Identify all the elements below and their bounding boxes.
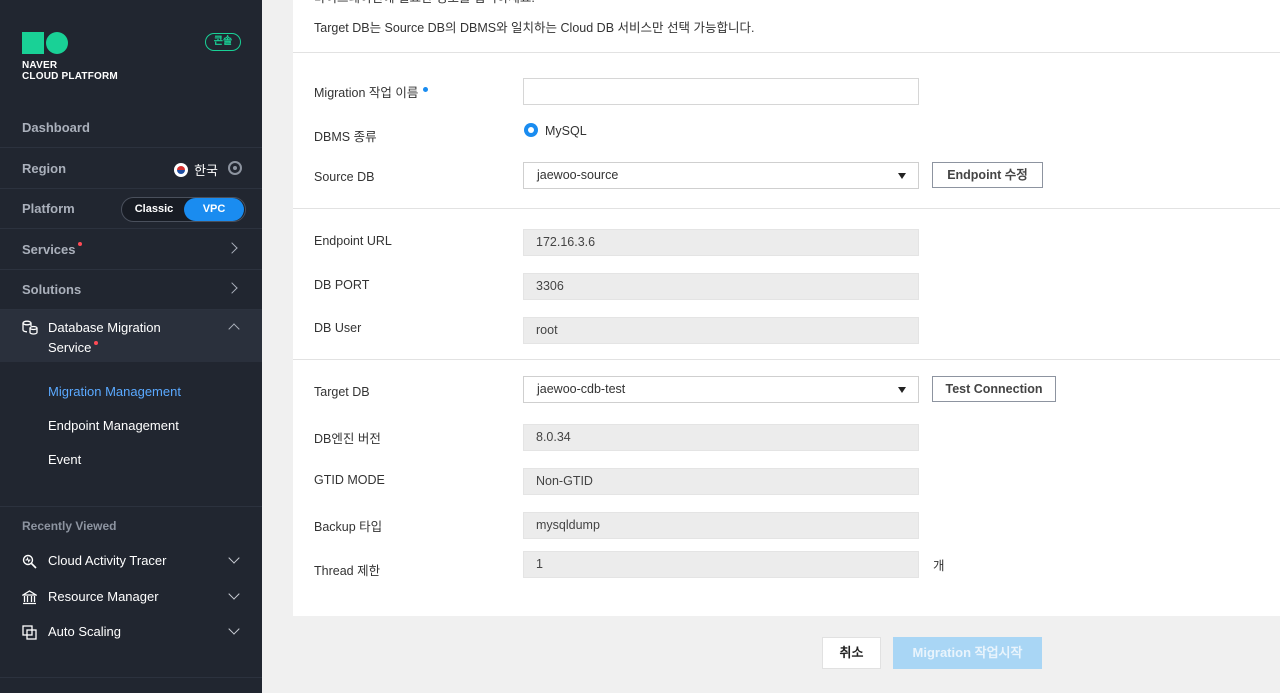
recent-item-label: Resource Manager xyxy=(48,589,159,604)
submenu-endpoint-management[interactable]: Endpoint Management xyxy=(48,418,179,433)
ncp-logo-icon[interactable] xyxy=(22,32,70,54)
migration-form-panel: 마이그레이션에 필요한 정보를 입력하세요. Target DB는 Source… xyxy=(293,0,1280,616)
chevron-down-icon[interactable] xyxy=(228,552,240,564)
chevron-right-icon xyxy=(226,242,238,254)
recent-item-label: Cloud Activity Tracer xyxy=(48,553,167,568)
divider xyxy=(293,208,1280,209)
mysql-radio[interactable] xyxy=(524,123,538,137)
divider xyxy=(293,359,1280,360)
dms-label: Database Migration Service xyxy=(48,318,161,358)
recent-item-label: Auto Scaling xyxy=(48,624,121,639)
db-user-label: DB User xyxy=(314,321,362,335)
nav-database-migration-service[interactable]: Database Migration Service xyxy=(0,310,262,362)
migration-name-input[interactable] xyxy=(523,78,919,105)
intro-line2: Target DB는 Source DB의 DBMS와 일치하는 Cloud D… xyxy=(314,21,755,35)
nav-services-label: Services xyxy=(22,242,76,257)
logo-line2: CLOUD PLATFORM xyxy=(22,71,118,82)
nav-solutions[interactable]: Solutions xyxy=(0,270,262,310)
platform-classic-option[interactable]: Classic xyxy=(128,198,180,221)
submenu-migration-management[interactable]: Migration Management xyxy=(48,384,181,399)
region-value: 한국 xyxy=(194,163,218,178)
platform-label: Platform xyxy=(22,201,75,216)
chevron-down-icon[interactable] xyxy=(228,588,240,600)
resource-manager-icon xyxy=(22,590,37,605)
thread-limit-label: Thread 제한 xyxy=(314,564,381,578)
submenu-event[interactable]: Event xyxy=(48,452,81,467)
migration-name-label: Migration 작업 이름 xyxy=(314,82,429,101)
nav-solutions-label: Solutions xyxy=(22,282,82,297)
console-badge[interactable]: 콘솔 xyxy=(205,33,241,51)
logo-text: NAVER CLOUD PLATFORM xyxy=(22,60,118,82)
engine-version-field: 8.0.34 xyxy=(523,424,919,451)
gtid-mode-label: GTID MODE xyxy=(314,473,385,487)
region-selector[interactable]: 한국 xyxy=(174,160,218,179)
cancel-button[interactable]: 취소 xyxy=(822,637,881,669)
divider xyxy=(293,52,1280,53)
sidebar-bottom-divider xyxy=(0,677,262,678)
migration-name-label-text: Migration 작업 이름 xyxy=(314,86,419,100)
chevron-down-icon[interactable] xyxy=(228,623,240,635)
source-db-selected-value: jaewoo-source xyxy=(537,168,619,182)
mysql-radio-label[interactable]: MySQL xyxy=(545,124,587,138)
sidebar-divider xyxy=(0,506,262,507)
backup-type-label: Backup 타입 xyxy=(314,520,383,534)
logo-line1: NAVER xyxy=(22,60,58,71)
nav-dashboard-label: Dashboard xyxy=(22,120,90,135)
dms-label-line1: Database Migration xyxy=(48,320,161,335)
target-db-label: Target DB xyxy=(314,385,370,399)
auto-scaling-icon xyxy=(22,625,37,640)
sidebar: NAVER CLOUD PLATFORM 콘솔 Dashboard Region… xyxy=(0,0,262,693)
chevron-right-icon xyxy=(226,282,238,294)
endpoint-url-label: Endpoint URL xyxy=(314,234,392,248)
recent-resource-manager[interactable]: Resource Manager xyxy=(0,583,262,613)
endpoint-url-field: 172.16.3.6 xyxy=(523,229,919,256)
recent-auto-scaling[interactable]: Auto Scaling xyxy=(0,618,262,648)
dbms-type-label: DBMS 종류 xyxy=(314,130,377,144)
caret-down-icon xyxy=(898,387,906,393)
database-migration-icon xyxy=(22,320,38,335)
recent-cloud-activity-tracer[interactable]: Cloud Activity Tracer xyxy=(0,547,262,577)
db-port-label: DB PORT xyxy=(314,278,370,292)
nav-services[interactable]: Services xyxy=(0,230,262,270)
target-db-select[interactable]: jaewoo-cdb-test xyxy=(523,376,919,403)
required-dot-icon xyxy=(423,87,429,92)
nav-dashboard[interactable]: Dashboard xyxy=(0,108,262,148)
chevron-up-icon[interactable] xyxy=(228,323,240,335)
thread-unit-label: 개 xyxy=(933,559,945,573)
recently-viewed-title: Recently Viewed xyxy=(22,519,117,533)
nav-region: Region 한국 xyxy=(0,149,262,189)
dms-label-line2: Service xyxy=(48,340,92,355)
thread-limit-field: 1 xyxy=(523,551,919,578)
new-dot-icon xyxy=(94,341,99,345)
new-dot-icon xyxy=(77,241,82,246)
source-db-select[interactable]: jaewoo-source xyxy=(523,162,919,189)
endpoint-edit-button[interactable]: Endpoint 수정 xyxy=(932,162,1043,188)
backup-type-field: mysqldump xyxy=(523,512,919,539)
activity-tracer-icon xyxy=(22,554,37,569)
target-db-selected-value: jaewoo-cdb-test xyxy=(537,382,626,396)
db-port-field: 3306 xyxy=(523,273,919,300)
engine-version-label: DB엔진 버전 xyxy=(314,432,381,446)
start-migration-button[interactable]: Migration 작업시작 xyxy=(893,637,1042,669)
platform-toggle[interactable]: Classic VPC xyxy=(121,197,246,222)
logo-area: NAVER CLOUD PLATFORM 콘솔 xyxy=(0,0,262,106)
source-db-label: Source DB xyxy=(314,170,375,184)
platform-vpc-option[interactable]: VPC xyxy=(184,198,244,221)
caret-down-icon xyxy=(898,173,906,179)
test-connection-button[interactable]: Test Connection xyxy=(932,376,1056,402)
region-label: Region xyxy=(22,161,67,176)
gear-icon[interactable] xyxy=(228,161,242,175)
db-user-field: root xyxy=(523,317,919,344)
gtid-mode-field: Non-GTID xyxy=(523,468,919,495)
korea-flag-icon xyxy=(174,162,189,177)
intro-line1: 마이그레이션에 필요한 정보를 입력하세요. xyxy=(314,0,535,9)
